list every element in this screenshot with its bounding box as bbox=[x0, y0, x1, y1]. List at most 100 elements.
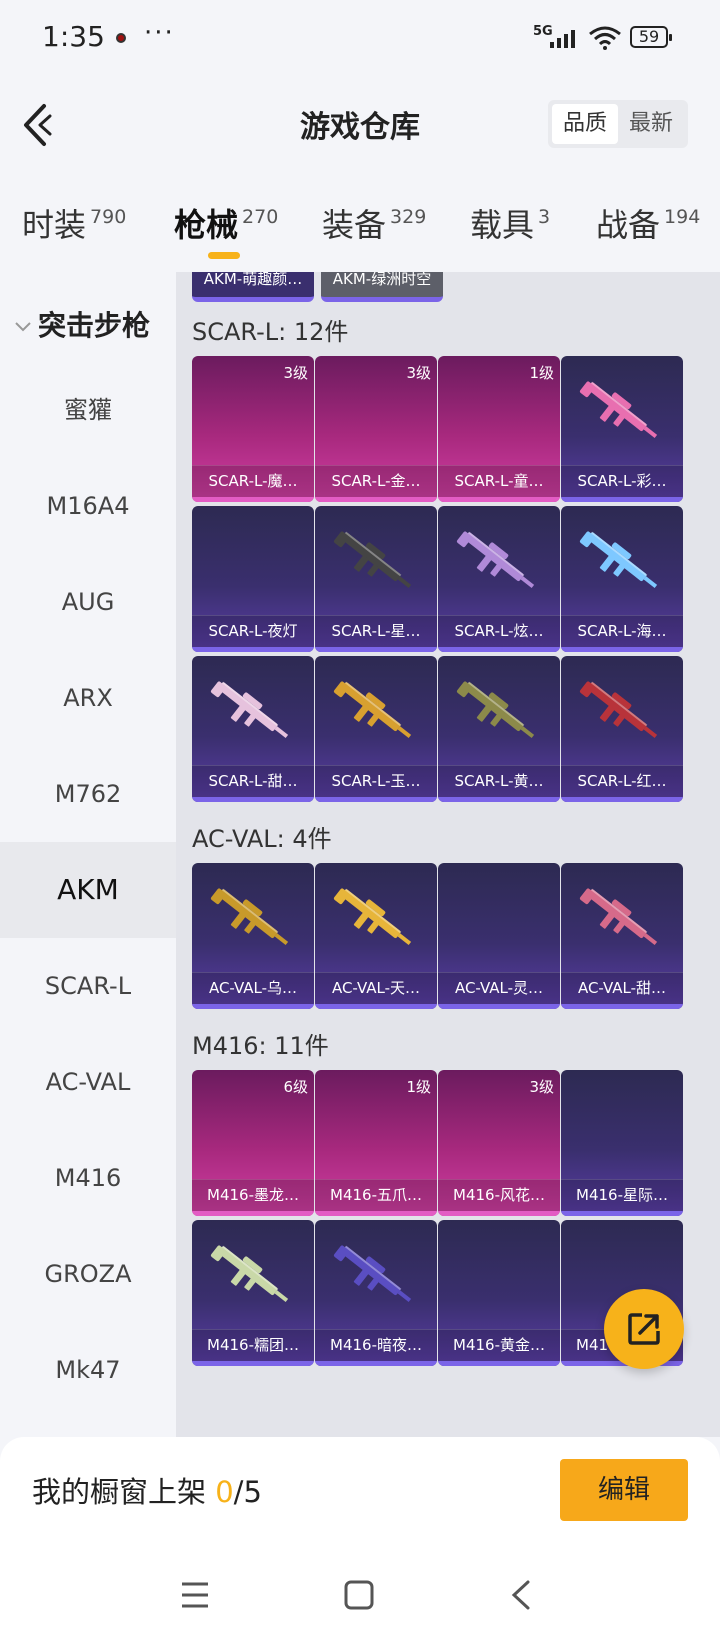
section-title: M416: 11件 bbox=[192, 1032, 329, 1060]
skin-card-partial[interactable]: AKM-萌趣颜… bbox=[192, 272, 314, 302]
home-button[interactable] bbox=[336, 1572, 382, 1618]
skin-card[interactable]: SCAR-L-黄… bbox=[438, 656, 560, 802]
edit-button[interactable]: 编辑 bbox=[560, 1459, 688, 1521]
tab-count: 329 bbox=[390, 206, 427, 228]
showcase-current: 0 bbox=[215, 1475, 234, 1509]
skin-level-badge: 1级 bbox=[406, 1078, 431, 1096]
tab-vehicles[interactable]: 载具 3 bbox=[470, 200, 550, 260]
sidebar-group-assault-rifles[interactable]: 突击步枪 bbox=[14, 304, 150, 344]
rarity-edge bbox=[561, 1004, 683, 1009]
skin-card[interactable]: SCAR-L-炫… bbox=[438, 506, 560, 652]
rarity-edge bbox=[192, 1361, 314, 1366]
back-nav-button[interactable] bbox=[500, 1572, 546, 1618]
back-button[interactable] bbox=[18, 102, 58, 148]
tab-count: 790 bbox=[90, 206, 127, 228]
chevron-left-icon bbox=[24, 104, 52, 146]
weapon-sidebar: 突击步枪 蜜獾 M16A4 AUG ARX M762 AKM SCAR-L AC… bbox=[0, 272, 176, 1437]
skin-card[interactable]: SCAR-L-彩… bbox=[561, 356, 683, 502]
sidebar-item[interactable]: M762 bbox=[0, 746, 176, 842]
weapon-skin-icon bbox=[579, 381, 658, 439]
skin-card[interactable]: SCAR-L-夜灯 bbox=[192, 506, 314, 652]
skin-card[interactable]: M416-星际… bbox=[561, 1070, 683, 1216]
chevron-down-icon bbox=[15, 322, 31, 332]
weapon-skin-icon bbox=[333, 531, 412, 589]
rarity-edge bbox=[192, 797, 314, 802]
rarity-edge bbox=[192, 497, 314, 502]
skin-card[interactable]: 3级 SCAR-L-魔… bbox=[192, 356, 314, 502]
skin-level-badge: 3级 bbox=[283, 364, 308, 382]
skin-level-badge: 3级 bbox=[529, 1078, 554, 1096]
share-icon bbox=[628, 1313, 660, 1345]
sort-newest-button[interactable]: 最新 bbox=[618, 104, 684, 144]
skin-card[interactable]: 1级 M416-五爪… bbox=[315, 1070, 437, 1216]
skin-card[interactable]: 1级 SCAR-L-童… bbox=[438, 356, 560, 502]
tab-label: 时装 bbox=[22, 206, 87, 244]
menu-button[interactable] bbox=[172, 1572, 218, 1618]
skin-card[interactable]: 6级 M416-墨龙… bbox=[192, 1070, 314, 1216]
skin-card[interactable]: AC-VAL-乌… bbox=[192, 863, 314, 1009]
weapon-skin-icon bbox=[456, 681, 535, 739]
sidebar-item[interactable]: 蜜獾 bbox=[0, 362, 176, 458]
weapon-skin-icon bbox=[579, 888, 658, 946]
sidebar-item[interactable]: AUG bbox=[0, 554, 176, 650]
tab-guns[interactable]: 枪械 270 bbox=[174, 200, 278, 260]
weapon-skin-icon bbox=[456, 531, 535, 589]
sidebar-item[interactable]: SCAR-L bbox=[0, 938, 176, 1034]
rarity-edge bbox=[192, 1211, 314, 1216]
skin-card[interactable]: SCAR-L-甜… bbox=[192, 656, 314, 802]
showcase-status: 我的橱窗上架 0/5 bbox=[32, 1469, 262, 1511]
skin-card[interactable]: M416-暗夜… bbox=[315, 1220, 437, 1366]
skin-card[interactable]: SCAR-L-海… bbox=[561, 506, 683, 652]
rarity-edge bbox=[192, 647, 314, 652]
weapon-skin-icon bbox=[579, 531, 658, 589]
weapon-skin-icon bbox=[210, 1245, 289, 1303]
rarity-edge bbox=[315, 1004, 437, 1009]
sidebar-group-label: 突击步枪 bbox=[38, 309, 151, 342]
system-nav-bar bbox=[0, 1550, 720, 1640]
tab-label: 载具 bbox=[470, 206, 535, 244]
skin-card[interactable]: AC-VAL-灵… bbox=[438, 863, 560, 1009]
skin-card[interactable]: 3级 M416-风花… bbox=[438, 1070, 560, 1216]
recording-icon bbox=[116, 33, 126, 43]
sidebar-item[interactable]: ARX bbox=[0, 650, 176, 746]
header: 游戏仓库 品质 最新 bbox=[0, 80, 720, 170]
skin-card[interactable]: 3级 SCAR-L-金… bbox=[315, 356, 437, 502]
sidebar-item[interactable]: M16A4 bbox=[0, 458, 176, 554]
skin-card[interactable]: AC-VAL-甜… bbox=[561, 863, 683, 1009]
skin-card[interactable]: M416-黄金… bbox=[438, 1220, 560, 1366]
sidebar-item-active[interactable]: AKM bbox=[0, 842, 176, 938]
skin-card-partial[interactable]: AKM-绿洲时空 bbox=[321, 272, 443, 302]
rarity-edge bbox=[315, 1211, 437, 1216]
skin-level-badge: 1级 bbox=[529, 364, 554, 382]
rarity-edge bbox=[315, 797, 437, 802]
showcase-total: /5 bbox=[233, 1475, 262, 1509]
skin-card[interactable]: SCAR-L-星… bbox=[315, 506, 437, 652]
more-notifications: ··· bbox=[144, 18, 175, 48]
sidebar-item[interactable]: GROZA bbox=[0, 1226, 176, 1322]
tab-fashion[interactable]: 时装 790 bbox=[22, 200, 126, 260]
tab-supplies[interactable]: 战备 194 bbox=[596, 200, 700, 260]
sidebar-item[interactable]: Mk47 bbox=[0, 1322, 176, 1418]
skin-card[interactable]: SCAR-L-玉… bbox=[315, 656, 437, 802]
skin-card[interactable]: M416-糯团… bbox=[192, 1220, 314, 1366]
rarity-edge bbox=[438, 497, 560, 502]
weapon-skin-icon bbox=[210, 888, 289, 946]
tab-label: 枪械 bbox=[174, 206, 239, 244]
share-button[interactable] bbox=[604, 1289, 684, 1369]
rarity-edge bbox=[561, 1211, 683, 1216]
section-title: AC-VAL: 4件 bbox=[192, 825, 332, 853]
menu-icon bbox=[182, 1582, 208, 1608]
skin-card[interactable]: AC-VAL-天… bbox=[315, 863, 437, 1009]
weapon-skin-icon bbox=[579, 681, 658, 739]
sort-quality-button[interactable]: 品质 bbox=[552, 104, 618, 144]
sidebar-item[interactable]: M416 bbox=[0, 1130, 176, 1226]
back-triangle-icon bbox=[511, 1580, 530, 1610]
tab-equipment[interactable]: 装备 329 bbox=[322, 200, 426, 260]
rarity-edge bbox=[438, 1211, 560, 1216]
section-title: SCAR-L: 12件 bbox=[192, 318, 349, 346]
item-grid: AKM-萌趣颜… AKM-绿洲时空 SCAR-L: 12件 3级 SCAR-L-魔…… bbox=[176, 272, 720, 1437]
skin-card[interactable]: SCAR-L-红… bbox=[561, 656, 683, 802]
tab-count: 270 bbox=[242, 206, 279, 228]
status-time: 1:35 bbox=[42, 20, 105, 53]
sidebar-item[interactable]: AC-VAL bbox=[0, 1034, 176, 1130]
